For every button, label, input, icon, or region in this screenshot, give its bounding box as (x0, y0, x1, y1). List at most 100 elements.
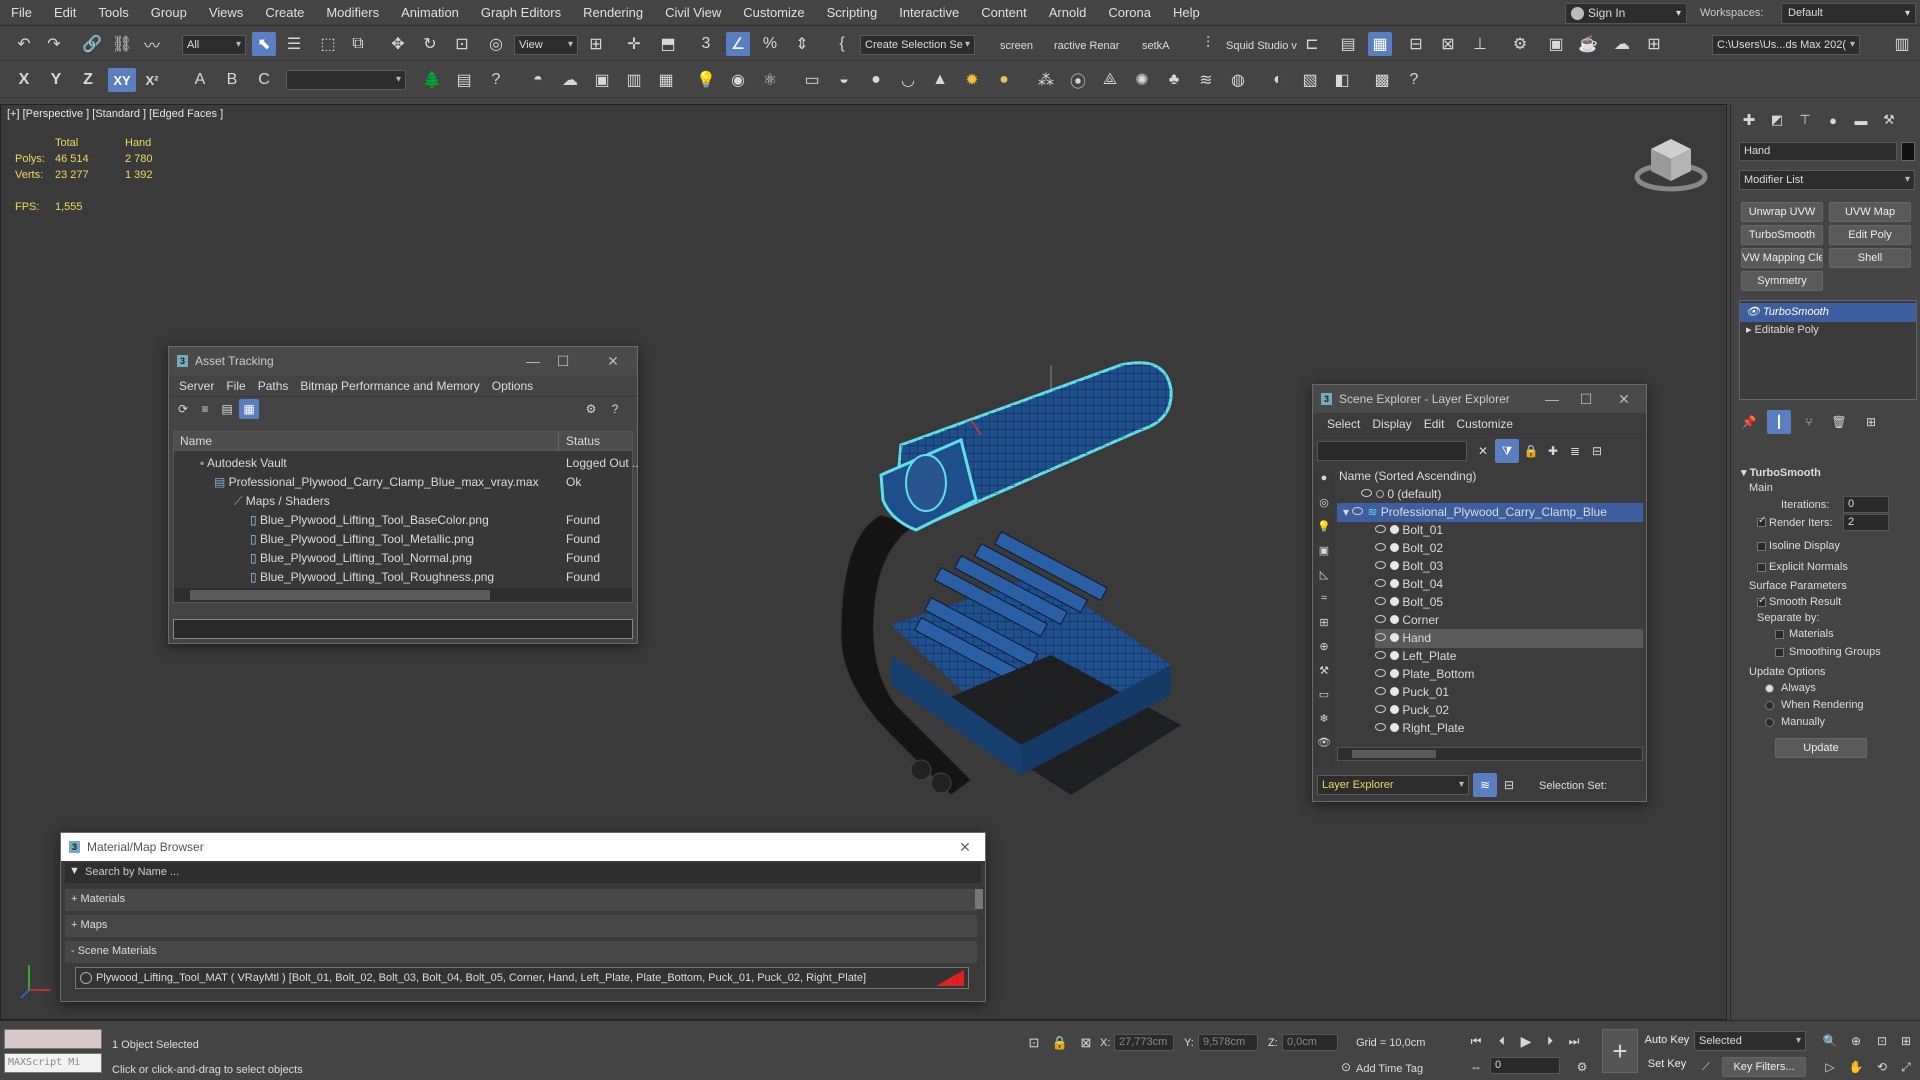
set-key-button[interactable]: Set Key (1644, 1055, 1690, 1075)
key-mode-icon[interactable]: ⇔ (1464, 1055, 1488, 1079)
rendered-frame-icon[interactable]: ▣ (1544, 32, 1568, 56)
clamp-3d-model[interactable] (821, 325, 1241, 845)
maps-section[interactable]: + Maps (65, 915, 977, 937)
play-icon[interactable]: ▶ (1514, 1029, 1538, 1053)
remove-modifier-icon[interactable]: 🗑 (1827, 410, 1851, 434)
visibility-eye-icon[interactable]: 👁 (1746, 306, 1760, 318)
zoom-icon[interactable]: 🔍 (1818, 1029, 1842, 1053)
scene-item-bolt-03[interactable]: Bolt_03 (1375, 557, 1443, 576)
maxscript-mini-listener[interactable]: MAXScript Mi (4, 1053, 102, 1073)
close-icon[interactable]: ✕ (1610, 385, 1638, 413)
display-bones-icon[interactable]: ⚒ (1313, 659, 1335, 681)
filter-icon[interactable]: ⧩ (1495, 439, 1519, 463)
time-config-icon[interactable]: ⚙ (1570, 1055, 1594, 1079)
visibility-eye-icon[interactable] (1375, 525, 1386, 533)
display-cameras-icon[interactable]: ▣ (1313, 539, 1335, 561)
visibility-eye-icon[interactable] (1375, 633, 1386, 641)
toolbar-setka-button[interactable]: setkA (1142, 40, 1170, 52)
hair-icon[interactable]: ≋ (1194, 68, 1218, 92)
redo-icon[interactable]: ↷ (42, 32, 66, 56)
toolbar-screen-button[interactable]: screen (1000, 40, 1033, 52)
table-view-icon[interactable]: ▤ (217, 399, 237, 419)
scene-item-bolt-05[interactable]: Bolt_05 (1375, 593, 1443, 612)
render-iters-spinner[interactable]: 2 (1843, 514, 1889, 531)
menu-help[interactable]: Help (1162, 0, 1211, 26)
asset-menu-options[interactable]: Options (486, 379, 539, 393)
update-manually-radio[interactable] (1765, 718, 1774, 727)
search-dropdown-icon[interactable]: ▼ (69, 865, 80, 877)
scene-material-item[interactable]: Plywood_Lifting_Tool_MAT ( VRayMtl ) [Bo… (75, 967, 969, 989)
toolbar-squid-button[interactable]: Squid Studio v (1226, 40, 1297, 52)
scene-col-header[interactable]: Name (Sorted Ascending) (1339, 467, 1476, 486)
render-iters-checkbox[interactable]: ✓ (1757, 515, 1766, 527)
plant-icon[interactable]: ♣ (1162, 68, 1186, 92)
visibility-eye-icon[interactable] (1375, 669, 1386, 677)
lock-icon[interactable]: 🔒 (1519, 439, 1543, 463)
time-tag-icon[interactable]: ⊙ (1334, 1055, 1358, 1079)
vfb-icon[interactable]: ▧ (1298, 68, 1322, 92)
menu-views[interactable]: Views (198, 0, 254, 26)
reference-coord-dropdown[interactable]: View (514, 35, 578, 55)
layer-group-row[interactable]: ▾ ≋ Professional_Plywood_Carry_Clamp_Blu… (1337, 503, 1643, 522)
visibility-eye-icon[interactable] (1375, 687, 1386, 695)
orbit-icon[interactable]: ⟲ (1870, 1055, 1894, 1079)
scene-menu-display[interactable]: Display (1366, 417, 1417, 431)
add-time-tag-button[interactable]: Add Time Tag (1356, 1063, 1423, 1075)
link-icon[interactable]: 🔗 (80, 32, 104, 56)
asset-row-normal[interactable]: ▯ Blue_Plywood_Lifting_Tool_Normal.png (250, 549, 472, 568)
object-name-field[interactable]: Hand (1739, 142, 1897, 161)
asset-row-roughness[interactable]: ▯ Blue_Plywood_Lifting_Tool_Roughness.pn… (250, 568, 494, 587)
scene-menu-select[interactable]: Select (1321, 417, 1366, 431)
go-to-start-icon[interactable]: ⏮ (1464, 1029, 1488, 1053)
hierarchy-tab-icon[interactable]: ⊤ (1793, 108, 1817, 132)
new-layer-icon[interactable]: ✚ (1541, 439, 1565, 463)
show-end-result-icon[interactable]: ┃ (1767, 410, 1791, 434)
teapot-icon[interactable]: ◓ (526, 68, 550, 92)
sphere-icon[interactable]: ● (864, 68, 888, 92)
edit-named-selection-icon[interactable]: { (830, 32, 854, 56)
menu-arnold[interactable]: Arnold (1038, 0, 1098, 26)
scene-item-puck-02[interactable]: Puck_02 (1375, 701, 1449, 720)
key-set-dropdown[interactable]: Selected (1694, 1031, 1806, 1051)
squid-logo-icon[interactable]: ⫶ (1196, 32, 1220, 56)
help-icon[interactable]: ? (484, 68, 508, 92)
schematic-view-icon[interactable]: ⊠ (1436, 32, 1460, 56)
y-coord-field[interactable]: 9,578cm (1198, 1034, 1258, 1051)
fur-icon[interactable]: ⁂ (1034, 68, 1058, 92)
scene-menu-edit[interactable]: Edit (1418, 417, 1451, 431)
bold-tool-icon[interactable]: B (220, 68, 244, 92)
smooth-result-checkbox[interactable]: ✓ (1757, 595, 1766, 607)
pin-stack-icon[interactable]: 📌 (1737, 410, 1761, 434)
asset-tracking-titlebar[interactable]: 3 Asset Tracking — ☐ ✕ (169, 347, 637, 375)
keyboard-shortcut-icon[interactable]: ⬒ (656, 32, 680, 56)
display-helpers-icon[interactable]: ◺ (1313, 563, 1335, 585)
menu-civil-view[interactable]: Civil View (654, 0, 732, 26)
z-coord-field[interactable]: 0,0cm (1282, 1034, 1338, 1051)
rotate-icon[interactable]: ↻ (418, 32, 442, 56)
frame-icon[interactable]: ▣ (590, 68, 614, 92)
percent-snap-icon[interactable]: % (758, 32, 782, 56)
camera-icon[interactable]: ◉ (726, 68, 750, 92)
scene-search-input[interactable] (1317, 441, 1467, 461)
axis-xy-button[interactable]: XY (108, 68, 136, 92)
render-production-icon[interactable]: ☕ (1576, 32, 1600, 56)
toolbar-empty-dropdown[interactable] (286, 70, 406, 90)
minimize-icon[interactable]: — (1538, 385, 1566, 413)
uvw-map-button[interactable]: UVW Map (1829, 202, 1911, 222)
bind-spacewarp-icon[interactable]: 〰 (140, 32, 164, 56)
scene-explorer-window[interactable]: 3 Scene Explorer - Layer Explorer — ☐ ✕ S… (1312, 384, 1647, 802)
symmetry-button[interactable]: Symmetry (1741, 271, 1823, 291)
render-setup-icon[interactable]: ⚙ (1508, 32, 1532, 56)
isoline-checkbox[interactable] (1757, 542, 1766, 551)
close-icon[interactable]: ✕ (599, 347, 627, 375)
project-path-dropdown[interactable]: C:\Users\Us...ds Max 202( (1712, 35, 1860, 55)
scene-item-corner[interactable]: Corner (1375, 611, 1439, 630)
update-button[interactable]: Update (1775, 738, 1867, 758)
modify-tab-icon[interactable]: ◩ (1765, 108, 1789, 132)
visibility-eye-icon[interactable] (1361, 489, 1372, 497)
zoom-extents-icon[interactable]: ⊡ (1870, 1029, 1894, 1053)
visibility-eye-icon[interactable] (1375, 543, 1386, 551)
select-by-name-icon[interactable]: ☰ (282, 32, 306, 56)
menu-group[interactable]: Group (140, 0, 198, 26)
hierarchy-icon[interactable]: ⊟ (1585, 439, 1609, 463)
